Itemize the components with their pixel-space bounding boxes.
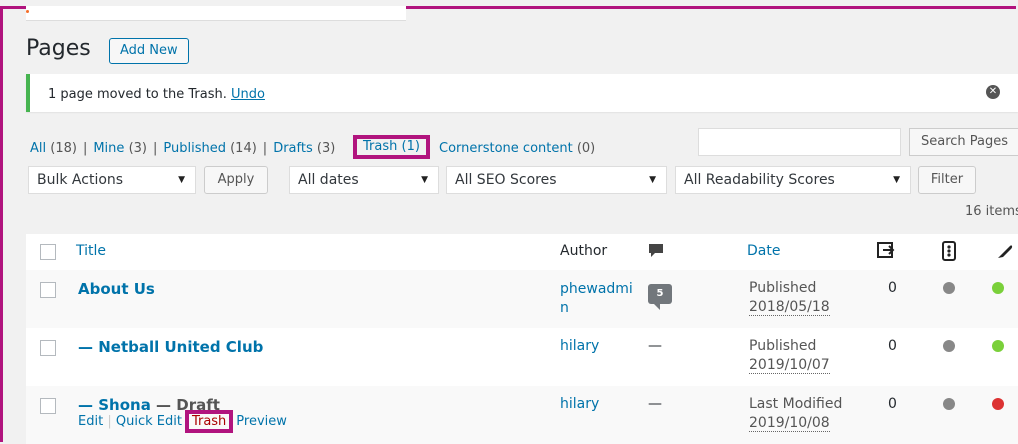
filter-trash[interactable]: Trash (1) [353, 135, 430, 159]
seo-score-dot [943, 340, 955, 352]
table-header: Title Author Date [26, 234, 1018, 271]
table-row: — Netball United Club hilary — Published… [26, 328, 1018, 386]
title-column-header[interactable]: Title [76, 243, 106, 259]
filter-cornerstone[interactable]: Cornerstone content (0) [439, 141, 595, 156]
apply-button[interactable]: Apply [204, 166, 268, 194]
comment-icon[interactable] [648, 243, 664, 263]
add-new-button[interactable]: Add New [109, 38, 189, 64]
top-bar [26, 6, 406, 21]
date-cell: Published 2018/05/18 [749, 280, 830, 316]
links-count: 0 [888, 396, 897, 412]
filter-published[interactable]: Published (14) [163, 141, 256, 156]
date-cell: Last Modified 2019/10/08 [749, 396, 843, 432]
bulk-actions-select[interactable]: Bulk Actions ▼ [28, 166, 196, 194]
row-checkbox[interactable] [40, 340, 56, 356]
date-column-header[interactable]: Date [747, 243, 780, 259]
links-count: 0 [888, 280, 897, 296]
seo-scores-select[interactable]: All SEO Scores ▼ [446, 166, 667, 194]
row-actions: Edit | Quick Edit Trash Preview [78, 410, 287, 433]
dates-select[interactable]: All dates ▼ [289, 166, 439, 194]
search-pages-button[interactable]: Search Pages [909, 128, 1018, 156]
readability-select[interactable]: All Readability Scores ▼ [675, 166, 911, 194]
chevron-down-icon: ▼ [893, 175, 900, 185]
page-title-link[interactable]: — Netball United Club [78, 338, 263, 356]
items-count: 16 items [965, 204, 1018, 219]
readability-feather-icon [996, 242, 1014, 264]
seo-traffic-light-icon [942, 241, 956, 265]
chevron-down-icon: ▼ [649, 175, 656, 185]
readability-score-dot [992, 340, 1004, 352]
chevron-down-icon: ▼ [178, 175, 185, 185]
preview-link[interactable]: Preview [236, 414, 287, 429]
undo-link[interactable]: Undo [231, 87, 265, 102]
notice-message: 1 page moved to the Trash. Undo [48, 87, 265, 102]
quick-edit-link[interactable]: Quick Edit [116, 414, 182, 429]
pages-table: Title Author Date About Us phewadmi n 5 P… [26, 234, 1018, 444]
table-row: About Us phewadmi n 5 Published 2018/05/18… [26, 270, 1018, 328]
seo-score-dot [943, 398, 955, 410]
links-icon [876, 241, 896, 263]
author-link[interactable]: phewadmi n [560, 280, 633, 318]
author-link[interactable]: hilary [560, 338, 599, 354]
row-checkbox[interactable] [40, 398, 56, 414]
select-all-checkbox[interactable] [40, 244, 56, 260]
comment-count-badge[interactable]: 5 [648, 284, 672, 310]
filter-mine[interactable]: Mine (3) [93, 141, 147, 156]
filter-all[interactable]: All (18) [30, 141, 77, 156]
chevron-down-icon: ▼ [421, 175, 428, 185]
comment-count: — [648, 396, 662, 412]
trash-link[interactable]: Trash [184, 410, 234, 433]
table-row: — Shona — Draft Edit | Quick Edit Trash Pr… [26, 386, 1018, 444]
status-filter-links: All (18) | Mine (3) | Published (14) | Drafts … [30, 141, 336, 156]
filter-drafts[interactable]: Drafts (3) [273, 141, 335, 156]
filter-button[interactable]: Filter [918, 166, 976, 194]
links-count: 0 [888, 338, 897, 354]
row-checkbox[interactable] [40, 282, 56, 298]
author-link[interactable]: hilary [560, 396, 599, 412]
dismiss-icon[interactable]: ✕ [986, 85, 1000, 99]
date-cell: Published 2019/10/07 [749, 338, 830, 374]
readability-score-dot [992, 282, 1004, 294]
seo-score-dot [943, 282, 955, 294]
page-title-link[interactable]: About Us [78, 280, 155, 298]
readability-score-dot [992, 398, 1004, 410]
page-title: Pages [26, 36, 91, 61]
edit-link[interactable]: Edit [78, 414, 103, 429]
comment-count: — [648, 338, 662, 354]
author-column-header: Author [560, 243, 608, 259]
trash-notice: 1 page moved to the Trash. Undo ✕ [26, 74, 1018, 112]
search-input[interactable] [698, 128, 901, 156]
